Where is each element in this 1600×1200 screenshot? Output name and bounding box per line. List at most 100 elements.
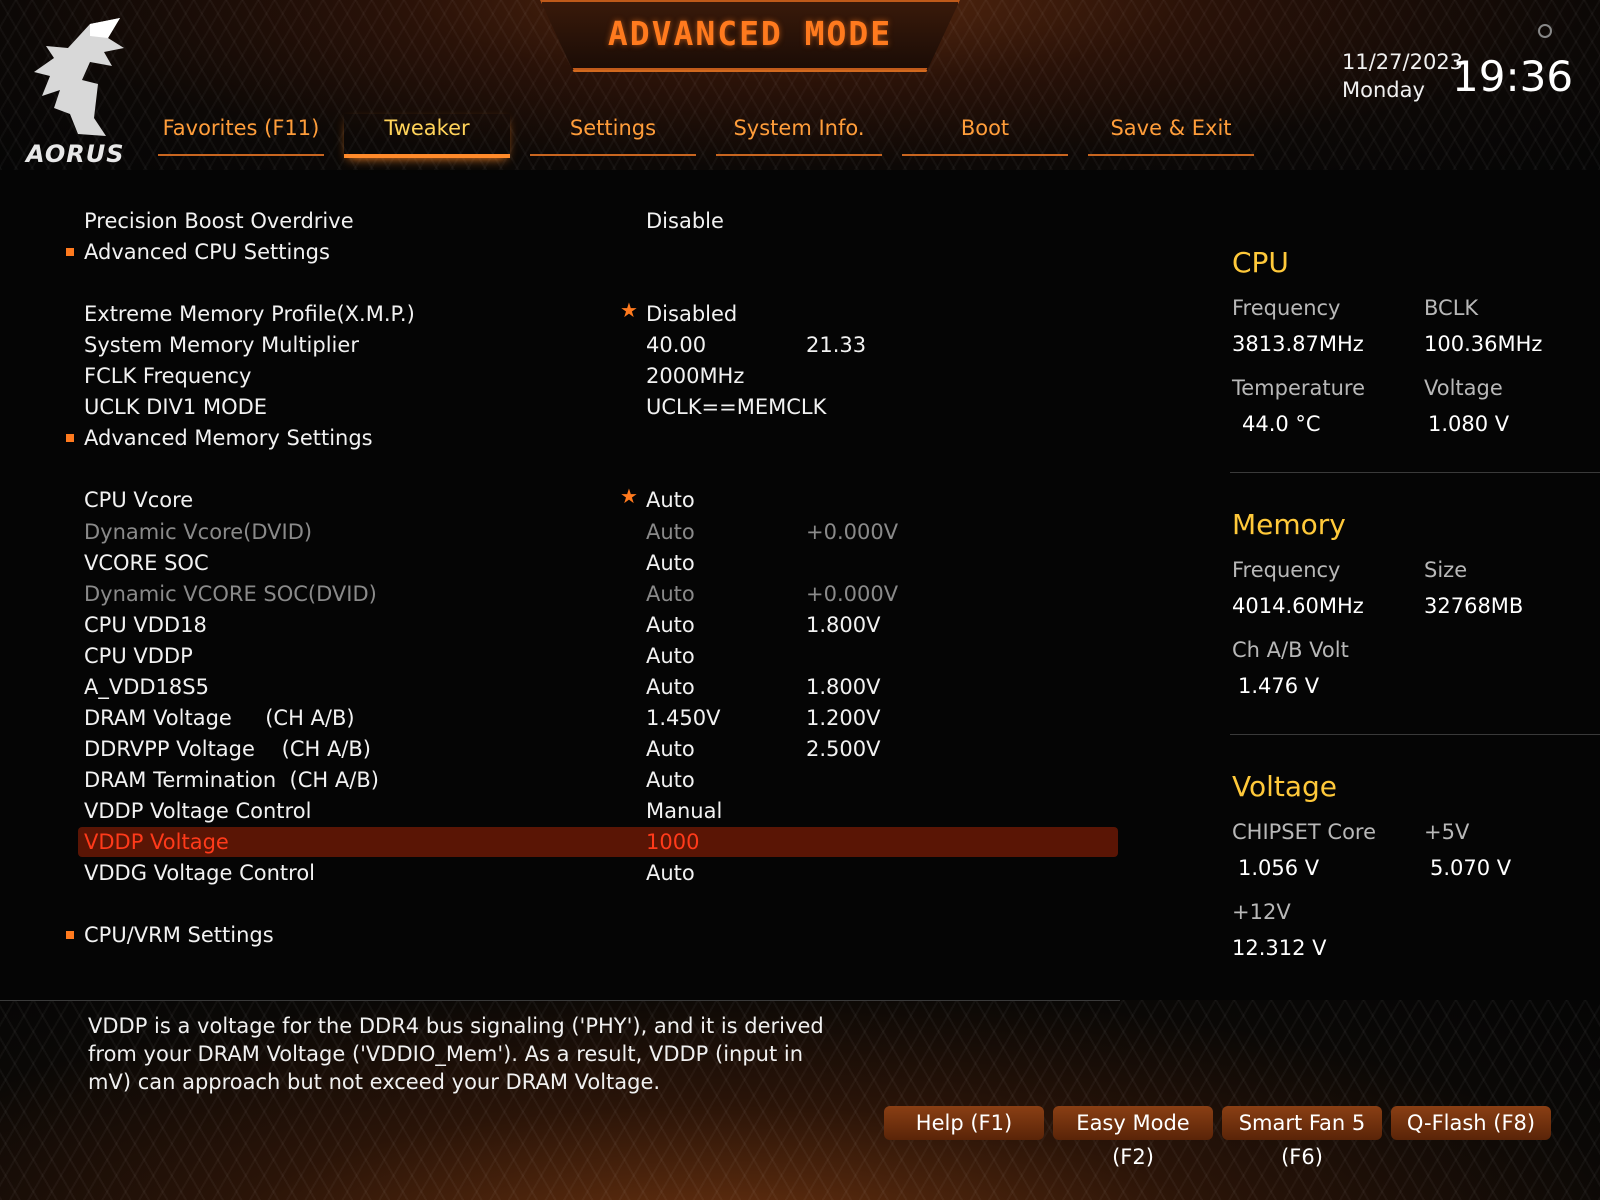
setting-cpu-vcore[interactable]: CPU Vcore ★ Auto [78, 484, 1118, 515]
plus-12v-value: 12.312 V [1232, 936, 1327, 960]
setting-value: 1.450V [646, 706, 721, 730]
setting-label: CPU VDD18 [84, 613, 207, 637]
setting-label: Advanced Memory Settings [84, 426, 373, 450]
section-divider [1230, 472, 1600, 473]
setting-label: VCORE SOC [84, 551, 209, 575]
setting-vddp-voltage-control[interactable]: VDDP Voltage Control Manual [78, 796, 1118, 826]
tab-favorites[interactable]: Favorites (F11) [158, 114, 324, 156]
setting-value: Auto [646, 520, 695, 544]
submenu-cpu-vrm-settings[interactable]: CPU/VRM Settings [66, 920, 1118, 950]
cpu-voltage-label: Voltage [1424, 376, 1503, 400]
memory-size-label: Size [1424, 558, 1468, 582]
clock: 19:36 [1452, 52, 1574, 101]
plus-12v-label: +12V [1232, 900, 1291, 924]
setting-label: CPU/VRM Settings [84, 923, 274, 947]
tab-label: Favorites (F11) [162, 116, 320, 140]
setting-label: VDDG Voltage Control [84, 861, 316, 885]
setting-label: CPU Vcore [84, 488, 194, 512]
memory-chab-volt-label: Ch A/B Volt [1232, 638, 1349, 662]
setting-label: DDRVPP Voltage (CH A/B) [84, 737, 371, 761]
setting-value: UCLK==MEMCLK [646, 395, 827, 419]
setting-label: VDDP Voltage [84, 830, 229, 854]
setting-current-value: 2.500V [806, 737, 881, 761]
page-title: ADVANCED MODE [607, 14, 893, 53]
setting-ddrvpp-voltage[interactable]: DDRVPP Voltage (CH A/B) Auto 2.500V [78, 734, 1118, 764]
submenu-bullet-icon [66, 434, 74, 442]
plus-5v-value: 5.070 V [1430, 856, 1512, 880]
q-flash-f8-button[interactable]: Q-Flash (F8) [1391, 1106, 1551, 1140]
setting-dynamic-vcore: Dynamic Vcore(DVID) Auto +0.000V [78, 517, 1118, 547]
setting-label: DRAM Voltage (CH A/B) [84, 706, 355, 730]
star-icon: ★ [620, 484, 638, 508]
tab-settings[interactable]: Settings [530, 114, 696, 156]
submenu-bullet-icon [66, 931, 74, 939]
memory-chab-volt-value: 1.476 V [1238, 674, 1320, 698]
submenu-bullet-icon [66, 248, 74, 256]
day-of-week: Monday [1342, 78, 1425, 102]
setting-label: UCLK DIV1 MODE [84, 395, 268, 419]
tab-system-info[interactable]: System Info. [716, 114, 882, 156]
cpu-voltage-value: 1.080 V [1428, 412, 1510, 436]
setting-current-value: 1.800V [806, 613, 881, 637]
submenu-advanced-cpu-settings[interactable]: Advanced CPU Settings [66, 237, 1118, 267]
setting-fclk-frequency[interactable]: FCLK Frequency 2000MHz [78, 361, 1118, 391]
setting-cpu-vdd18[interactable]: CPU VDD18 Auto 1.800V [78, 610, 1118, 640]
setting-value: 1000 [646, 830, 700, 854]
setting-dram-termination[interactable]: DRAM Termination (CH A/B) Auto [78, 765, 1118, 795]
setting-value: Disable [646, 209, 724, 233]
setting-vddp-voltage[interactable]: VDDP Voltage 1000 [78, 827, 1118, 857]
setting-label: Advanced CPU Settings [84, 240, 330, 264]
setting-current-value: +0.000V [806, 582, 899, 606]
help-divider [0, 1000, 1120, 1001]
tab-boot[interactable]: Boot [902, 114, 1068, 156]
setting-value: 2000MHz [646, 364, 745, 388]
setting-label: DRAM Termination (CH A/B) [84, 768, 379, 792]
cpu-bclk-label: BCLK [1424, 296, 1479, 320]
tab-label: System Info. [733, 116, 865, 140]
tab-label: Boot [960, 116, 1010, 140]
chipset-core-label: CHIPSET Core [1232, 820, 1377, 844]
setting-label: Extreme Memory Profile(X.M.P.) [84, 302, 415, 326]
cpu-section-title: CPU [1232, 246, 1289, 279]
memory-size-value: 32768MB [1424, 594, 1524, 618]
setting-label: FCLK Frequency [84, 364, 252, 388]
cpu-frequency-label: Frequency [1232, 296, 1341, 320]
easy-mode-f2-button[interactable]: Easy Mode (F2) [1053, 1106, 1213, 1169]
setting-current-value: 1.200V [806, 706, 881, 730]
setting-value: Auto [646, 551, 695, 575]
tab-tweaker[interactable]: Tweaker [344, 114, 510, 158]
setting-system-memory-multiplier[interactable]: System Memory Multiplier 40.00 21.33 [78, 330, 1118, 360]
setting-a-vdd18s5[interactable]: A_VDD18S5 Auto 1.800V [78, 672, 1118, 702]
cpu-temperature-value: 44.0 °C [1242, 412, 1321, 436]
setting-label: Dynamic VCORE SOC(DVID) [84, 582, 377, 606]
setting-vddg-voltage-control[interactable]: VDDG Voltage Control Auto [78, 858, 1118, 888]
gear-icon[interactable] [1538, 24, 1552, 38]
setting-dram-voltage[interactable]: DRAM Voltage (CH A/B) 1.450V 1.200V [78, 703, 1118, 733]
section-divider [1230, 734, 1600, 735]
setting-xmp[interactable]: Extreme Memory Profile(X.M.P.) ★ Disable… [78, 298, 1118, 329]
setting-value: Auto [646, 768, 695, 792]
cpu-bclk-value: 100.36MHz [1424, 332, 1543, 356]
setting-precision-boost-overdrive[interactable]: Precision Boost Overdrive Disable [78, 206, 1118, 236]
setting-value: Auto [646, 488, 695, 512]
setting-label: Precision Boost Overdrive [84, 209, 354, 233]
chipset-core-value: 1.056 V [1238, 856, 1320, 880]
submenu-advanced-memory-settings[interactable]: Advanced Memory Settings [66, 423, 1118, 453]
setting-current-value: 1.800V [806, 675, 881, 699]
setting-value: Manual [646, 799, 723, 823]
smart-fan-f6-button[interactable]: Smart Fan 5 (F6) [1222, 1106, 1382, 1169]
setting-uclk-div1-mode[interactable]: UCLK DIV1 MODE UCLK==MEMCLK [78, 392, 1118, 422]
tab-label: Settings [569, 116, 657, 140]
setting-value: Auto [646, 675, 695, 699]
setting-label: System Memory Multiplier [84, 333, 359, 357]
setting-value: Auto [646, 737, 695, 761]
tab-save-exit[interactable]: Save & Exit [1088, 114, 1254, 156]
setting-label: A_VDD18S5 [84, 675, 209, 699]
setting-vcore-soc[interactable]: VCORE SOC Auto [78, 548, 1118, 578]
help-description: VDDP is a voltage for the DDR4 bus signa… [88, 1014, 824, 1094]
setting-value: Disabled [646, 302, 738, 326]
setting-value: Auto [646, 582, 695, 606]
help-f1-button[interactable]: Help (F1) [884, 1106, 1044, 1140]
setting-cpu-vddp[interactable]: CPU VDDP Auto [78, 641, 1118, 671]
memory-frequency-value: 4014.60MHz [1232, 594, 1364, 618]
